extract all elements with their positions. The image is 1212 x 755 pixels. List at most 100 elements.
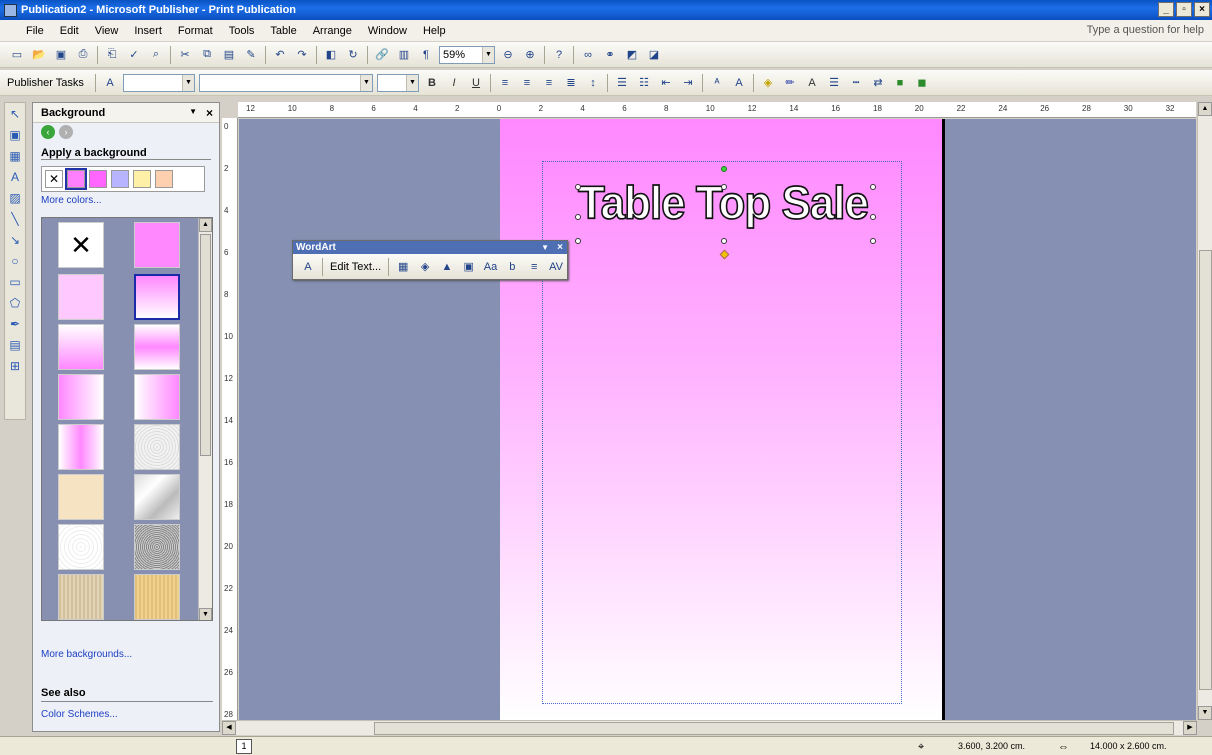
bold-icon[interactable]: B: [422, 73, 442, 93]
new-icon[interactable]: ▭: [7, 45, 27, 65]
3d-style-icon[interactable]: ◼: [912, 73, 932, 93]
background-tile-gradient-selected[interactable]: [134, 274, 180, 320]
close-button[interactable]: ×: [1194, 2, 1210, 17]
text-wrapping-icon[interactable]: ▣: [459, 257, 479, 277]
styles-icon[interactable]: A: [100, 73, 120, 93]
no-fill-swatch[interactable]: ✕: [45, 170, 63, 188]
print-icon[interactable]: ⎙: [73, 45, 93, 65]
hyperlink-icon[interactable]: 🔗: [372, 45, 392, 65]
resize-handle-bc[interactable]: [721, 238, 727, 244]
resize-handle-bl[interactable]: [575, 238, 581, 244]
decrease-font-icon[interactable]: ᴬ: [707, 73, 727, 93]
horizontal-ruler[interactable]: 12 10 8 6 4 2 0 2 4 6 8 10 12 14 16 18 20 22 24 26 28 30 32: [238, 102, 1196, 118]
line-spacing-icon[interactable]: ↕: [583, 73, 603, 93]
select-arrow-icon[interactable]: ↖: [5, 104, 25, 124]
same-letter-heights-icon[interactable]: Aa: [481, 257, 501, 277]
design-gallery-icon[interactable]: ▤: [5, 335, 25, 355]
background-tile-texture-2[interactable]: [58, 474, 104, 520]
insert-table-icon[interactable]: ▦: [5, 146, 25, 166]
paste-icon[interactable]: ▤: [219, 45, 239, 65]
scroll-down-icon[interactable]: ▼: [1198, 706, 1212, 720]
undo-icon[interactable]: ↶: [270, 45, 290, 65]
background-tile-texture-granite[interactable]: [134, 524, 180, 570]
save-icon[interactable]: ▣: [51, 45, 71, 65]
align-left-icon[interactable]: ≡: [495, 73, 515, 93]
horizontal-scroll-thumb[interactable]: [374, 722, 1174, 735]
bring-forward-icon[interactable]: ◧: [321, 45, 341, 65]
oval-tool-icon[interactable]: ○: [5, 251, 25, 271]
previous-frame-icon[interactable]: ◩: [622, 45, 642, 65]
cut-icon[interactable]: ✂: [175, 45, 195, 65]
edit-text-button[interactable]: Edit Text...: [327, 257, 385, 277]
menu-table[interactable]: Table: [262, 25, 304, 37]
arrow-style-icon[interactable]: ⇄: [868, 73, 888, 93]
menu-tools[interactable]: Tools: [221, 25, 263, 37]
background-tile-gradient-3[interactable]: [134, 324, 180, 370]
bullets-icon[interactable]: ☷: [634, 73, 654, 93]
pilcrow-icon[interactable]: ¶: [416, 45, 436, 65]
ruler-origin[interactable]: [222, 102, 238, 118]
redo-icon[interactable]: ↷: [292, 45, 312, 65]
scroll-up-icon[interactable]: ▲: [1198, 102, 1212, 116]
background-tile-texture-burlap[interactable]: [134, 574, 180, 620]
link-text-icon[interactable]: ∞: [578, 45, 598, 65]
more-colors-link[interactable]: More colors...: [33, 195, 219, 206]
toolbar-options-icon[interactable]: ▼: [541, 241, 549, 254]
help-icon[interactable]: ?: [549, 45, 569, 65]
zoom-out-icon[interactable]: ⊖: [498, 45, 518, 65]
fill-color-icon[interactable]: ◈: [758, 73, 778, 93]
rotation-handle[interactable]: [721, 166, 727, 172]
align-right-icon[interactable]: ≡: [539, 73, 559, 93]
font-select[interactable]: ▼: [199, 73, 373, 92]
zoom-select[interactable]: 59% ▼: [439, 45, 495, 64]
resize-handle-ml[interactable]: [575, 214, 581, 220]
research-icon[interactable]: ⌕: [146, 45, 166, 65]
spelling-icon[interactable]: ✓: [124, 45, 144, 65]
scroll-right-icon[interactable]: ▶: [1183, 721, 1197, 735]
copy-icon[interactable]: ⧉: [197, 45, 217, 65]
no-background-tile[interactable]: ✕: [58, 222, 104, 268]
style-select[interactable]: ▼: [123, 73, 195, 92]
format-painter-icon[interactable]: ✎: [241, 45, 261, 65]
line-style-icon[interactable]: ☰: [824, 73, 844, 93]
line-tool-icon[interactable]: ╲: [5, 209, 25, 229]
background-tile-gradient-4[interactable]: [58, 374, 104, 420]
next-frame-icon[interactable]: ◪: [644, 45, 664, 65]
autoshapes-icon[interactable]: ⬠: [5, 293, 25, 313]
dash-style-icon[interactable]: ┅: [846, 73, 866, 93]
arrow-tool-icon[interactable]: ↘: [5, 230, 25, 250]
color-swatch-2[interactable]: [89, 170, 107, 188]
open-icon[interactable]: 📂: [29, 45, 49, 65]
decrease-indent-icon[interactable]: ⇤: [656, 73, 676, 93]
background-tile-texture-canvas[interactable]: [58, 574, 104, 620]
alignment-icon[interactable]: ≡: [524, 257, 544, 277]
background-tile-gradient-6[interactable]: [58, 424, 104, 470]
background-tile-texture-1[interactable]: [134, 424, 180, 470]
background-tile-solid[interactable]: [134, 222, 180, 268]
menu-insert[interactable]: Insert: [126, 25, 170, 37]
background-tile-texture-3[interactable]: [58, 524, 104, 570]
insert-wordart-icon[interactable]: A: [298, 257, 318, 277]
gallery-scroll-thumb[interactable]: [200, 234, 211, 456]
scroll-down-icon[interactable]: ▼: [199, 608, 212, 620]
horizontal-scrollbar[interactable]: ◀ ▶: [222, 720, 1197, 735]
color-swatch-1[interactable]: [65, 168, 87, 190]
italic-icon[interactable]: I: [444, 73, 464, 93]
page-navigation-button[interactable]: 1: [236, 739, 252, 754]
menu-window[interactable]: Window: [360, 25, 415, 37]
font-size-select[interactable]: ▼: [377, 73, 419, 92]
resize-handle-mr[interactable]: [870, 214, 876, 220]
workspace-canvas[interactable]: Table Top Sale: [239, 119, 1196, 720]
maximize-button[interactable]: ▫: [1176, 2, 1192, 17]
background-tile-texture-marble[interactable]: [134, 474, 180, 520]
resize-handle-tl[interactable]: [575, 184, 581, 190]
justify-icon[interactable]: ≣: [561, 73, 581, 93]
increase-indent-icon[interactable]: ⇥: [678, 73, 698, 93]
picture-frame-icon[interactable]: ▨: [5, 188, 25, 208]
font-color-icon[interactable]: A: [802, 73, 822, 93]
more-backgrounds-link[interactable]: More backgrounds...: [33, 649, 132, 660]
background-tile-gradient-2[interactable]: [58, 324, 104, 370]
back-arrow-icon[interactable]: ‹: [41, 125, 55, 139]
catalog-merge-icon[interactable]: ⊞: [5, 356, 25, 376]
gallery-scrollbar[interactable]: ▲ ▼: [198, 218, 212, 620]
